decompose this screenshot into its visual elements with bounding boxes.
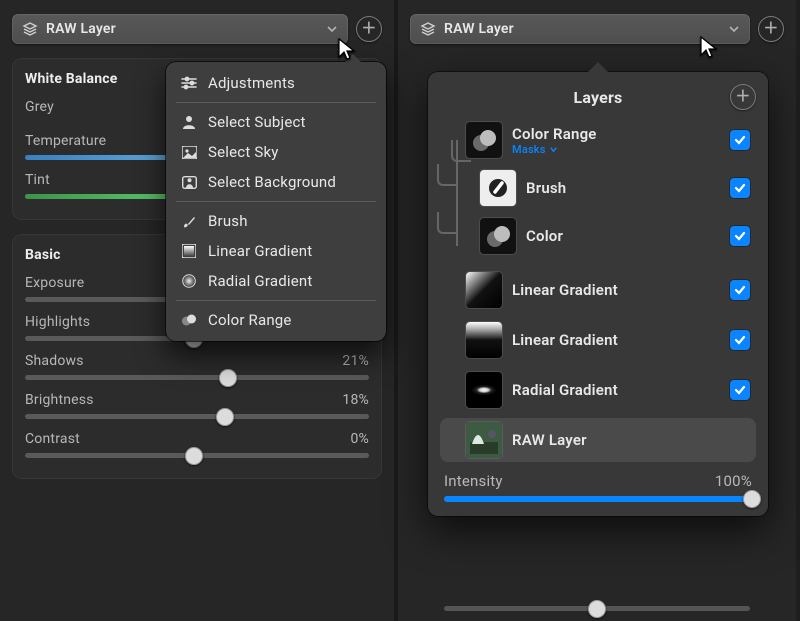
add-layer-button[interactable]: ＋ xyxy=(356,16,382,42)
horizontal-scrollbar[interactable] xyxy=(444,606,750,611)
person-icon xyxy=(180,115,198,129)
menu-radial-gradient[interactable]: Radial Gradient xyxy=(166,266,386,296)
layer-selector-label: RAW Layer xyxy=(46,21,116,37)
shadows-value: 21% xyxy=(342,353,369,369)
chevron-down-icon xyxy=(728,23,740,35)
add-layer-button[interactable]: ＋ xyxy=(758,16,784,42)
menu-linear-gradient[interactable]: Linear Gradient xyxy=(166,236,386,266)
visibility-checkbox[interactable] xyxy=(730,226,750,246)
shadows-slider[interactable] xyxy=(25,375,369,380)
exposure-label: Exposure xyxy=(25,275,84,291)
layer-radial-gradient[interactable]: Radial Gradient xyxy=(440,368,756,412)
highlights-label: Highlights xyxy=(25,314,90,330)
menu-adjustments[interactable]: Adjustments xyxy=(166,68,386,98)
radial-gradient-thumb-icon xyxy=(466,372,502,408)
visibility-checkbox[interactable] xyxy=(730,330,750,350)
layer-color-range[interactable]: Color Range Masks xyxy=(440,118,756,162)
menu-color-range-label: Color Range xyxy=(208,311,292,329)
layer-label: Color Range xyxy=(512,125,720,143)
layers-icon xyxy=(420,21,436,37)
menu-select-background[interactable]: Select Background xyxy=(166,167,386,197)
visibility-checkbox[interactable] xyxy=(730,280,750,300)
menu-brush-label: Brush xyxy=(208,212,248,230)
linear-gradient-thumb-icon xyxy=(466,272,502,308)
layer-label: Radial Gradient xyxy=(512,381,720,399)
layers-popover: Layers ＋ Color Range Masks xyxy=(428,72,768,516)
contrast-label: Contrast xyxy=(25,431,80,447)
menu-color-range[interactable]: Color Range xyxy=(166,305,386,335)
contrast-value: 0% xyxy=(350,431,369,447)
layer-linear-gradient-1[interactable]: Linear Gradient xyxy=(440,268,756,312)
sky-icon xyxy=(180,146,198,159)
visibility-checkbox[interactable] xyxy=(730,178,750,198)
intensity-label: Intensity xyxy=(444,472,503,490)
layer-label: Linear Gradient xyxy=(512,331,720,349)
layers-popover-title: Layers xyxy=(574,88,623,107)
layer-label: Linear Gradient xyxy=(512,281,720,299)
layer-selector[interactable]: RAW Layer xyxy=(410,14,750,44)
brightness-value: 18% xyxy=(342,392,369,408)
intensity-value: 100% xyxy=(715,472,752,490)
visibility-checkbox[interactable] xyxy=(730,130,750,150)
layers-icon xyxy=(22,21,38,37)
brush-thumb-icon xyxy=(480,170,516,206)
color-thumb-icon xyxy=(480,218,516,254)
color-range-icon xyxy=(180,313,198,327)
menu-radial-gradient-label: Radial Gradient xyxy=(208,272,312,290)
layer-label: Brush xyxy=(526,179,720,197)
layer-selector-label: RAW Layer xyxy=(444,21,514,37)
menu-adjustments-label: Adjustments xyxy=(208,74,295,92)
grey-label: Grey xyxy=(25,99,54,115)
tint-label: Tint xyxy=(25,172,50,188)
temperature-label: Temperature xyxy=(25,133,106,149)
layer-linear-gradient-2[interactable]: Linear Gradient xyxy=(440,318,756,362)
brightness-label: Brightness xyxy=(25,392,94,408)
menu-brush[interactable]: Brush xyxy=(166,206,386,236)
menu-select-subject[interactable]: Select Subject xyxy=(166,107,386,137)
menu-select-sky[interactable]: Select Sky xyxy=(166,137,386,167)
layer-selector[interactable]: RAW Layer xyxy=(12,14,348,44)
menu-select-background-label: Select Background xyxy=(208,173,336,191)
contrast-slider[interactable] xyxy=(25,453,369,458)
radial-gradient-icon xyxy=(180,274,198,288)
layer-color[interactable]: Color xyxy=(440,214,756,258)
masks-label[interactable]: Masks xyxy=(512,143,546,156)
chevron-down-icon xyxy=(326,23,338,35)
layer-label: RAW Layer xyxy=(512,431,750,449)
shadows-label: Shadows xyxy=(25,353,84,369)
layer-label: Color xyxy=(526,227,720,245)
add-layer-menu: Adjustments Select Subject Select Sky Se xyxy=(166,62,386,341)
menu-select-sky-label: Select Sky xyxy=(208,143,279,161)
linear-gradient-icon xyxy=(180,244,198,258)
popover-add-button[interactable]: ＋ xyxy=(730,84,756,110)
color-range-thumb-icon xyxy=(466,122,502,158)
menu-linear-gradient-label: Linear Gradient xyxy=(208,242,312,260)
image-thumb-icon xyxy=(466,422,502,458)
background-icon xyxy=(180,176,198,189)
linear-gradient-thumb-icon xyxy=(466,322,502,358)
menu-select-subject-label: Select Subject xyxy=(208,113,306,131)
layer-raw-layer[interactable]: RAW Layer xyxy=(440,418,756,462)
layer-brush[interactable]: Brush xyxy=(440,166,756,210)
adjustments-icon xyxy=(180,76,198,90)
intensity-slider[interactable] xyxy=(444,496,752,502)
brush-icon xyxy=(180,214,198,229)
visibility-checkbox[interactable] xyxy=(730,380,750,400)
brightness-slider[interactable] xyxy=(25,414,369,419)
